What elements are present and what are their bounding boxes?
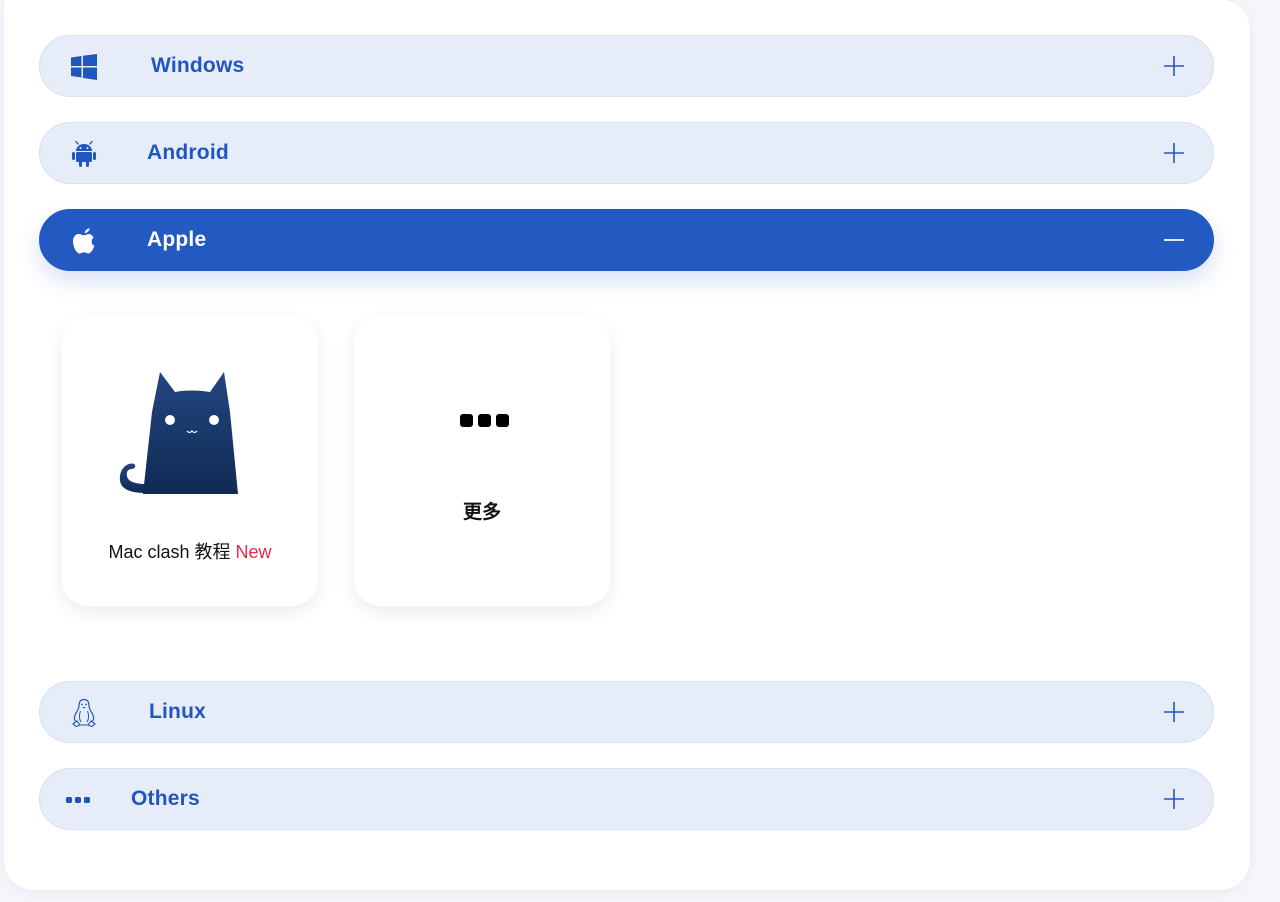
accordion-apple-label: Apple — [147, 228, 207, 251]
plus-icon[interactable] — [1163, 55, 1185, 77]
plus-icon[interactable] — [1163, 701, 1185, 723]
download-panel: Windows Android Apple Mac clash 教程 New 更… — [4, 0, 1250, 890]
apple-icon — [70, 227, 98, 255]
accordion-linux[interactable]: Linux — [39, 681, 1214, 743]
clash-cat-icon — [116, 368, 250, 501]
card-mac-clash-tutorial[interactable]: Mac clash 教程 New — [62, 316, 318, 606]
accordion-linux-label: Linux — [149, 700, 206, 723]
plus-icon[interactable] — [1163, 142, 1185, 164]
minus-icon[interactable] — [1163, 229, 1185, 251]
linux-penguin-icon — [70, 698, 98, 728]
accordion-others-label: Others — [131, 787, 200, 810]
accordion-android-label: Android — [147, 141, 229, 164]
card-more-label: 更多 — [462, 502, 501, 523]
accordion-windows[interactable]: Windows — [39, 35, 1214, 97]
more-dots-icon — [460, 414, 510, 433]
accordion-android[interactable]: Android — [39, 122, 1214, 184]
accordion-others[interactable]: Others — [39, 768, 1214, 830]
card-more[interactable]: 更多 — [354, 316, 610, 606]
card-caption: Mac clash 教程 New — [62, 538, 318, 564]
plus-icon[interactable] — [1163, 788, 1185, 810]
windows-icon — [70, 53, 98, 81]
card-title: Mac clash 教程 — [108, 542, 231, 562]
accordion-apple[interactable]: Apple — [39, 209, 1214, 271]
dots-icon — [64, 786, 92, 814]
new-badge: New — [235, 542, 272, 562]
android-icon — [70, 140, 98, 168]
accordion-windows-label: Windows — [151, 54, 245, 77]
